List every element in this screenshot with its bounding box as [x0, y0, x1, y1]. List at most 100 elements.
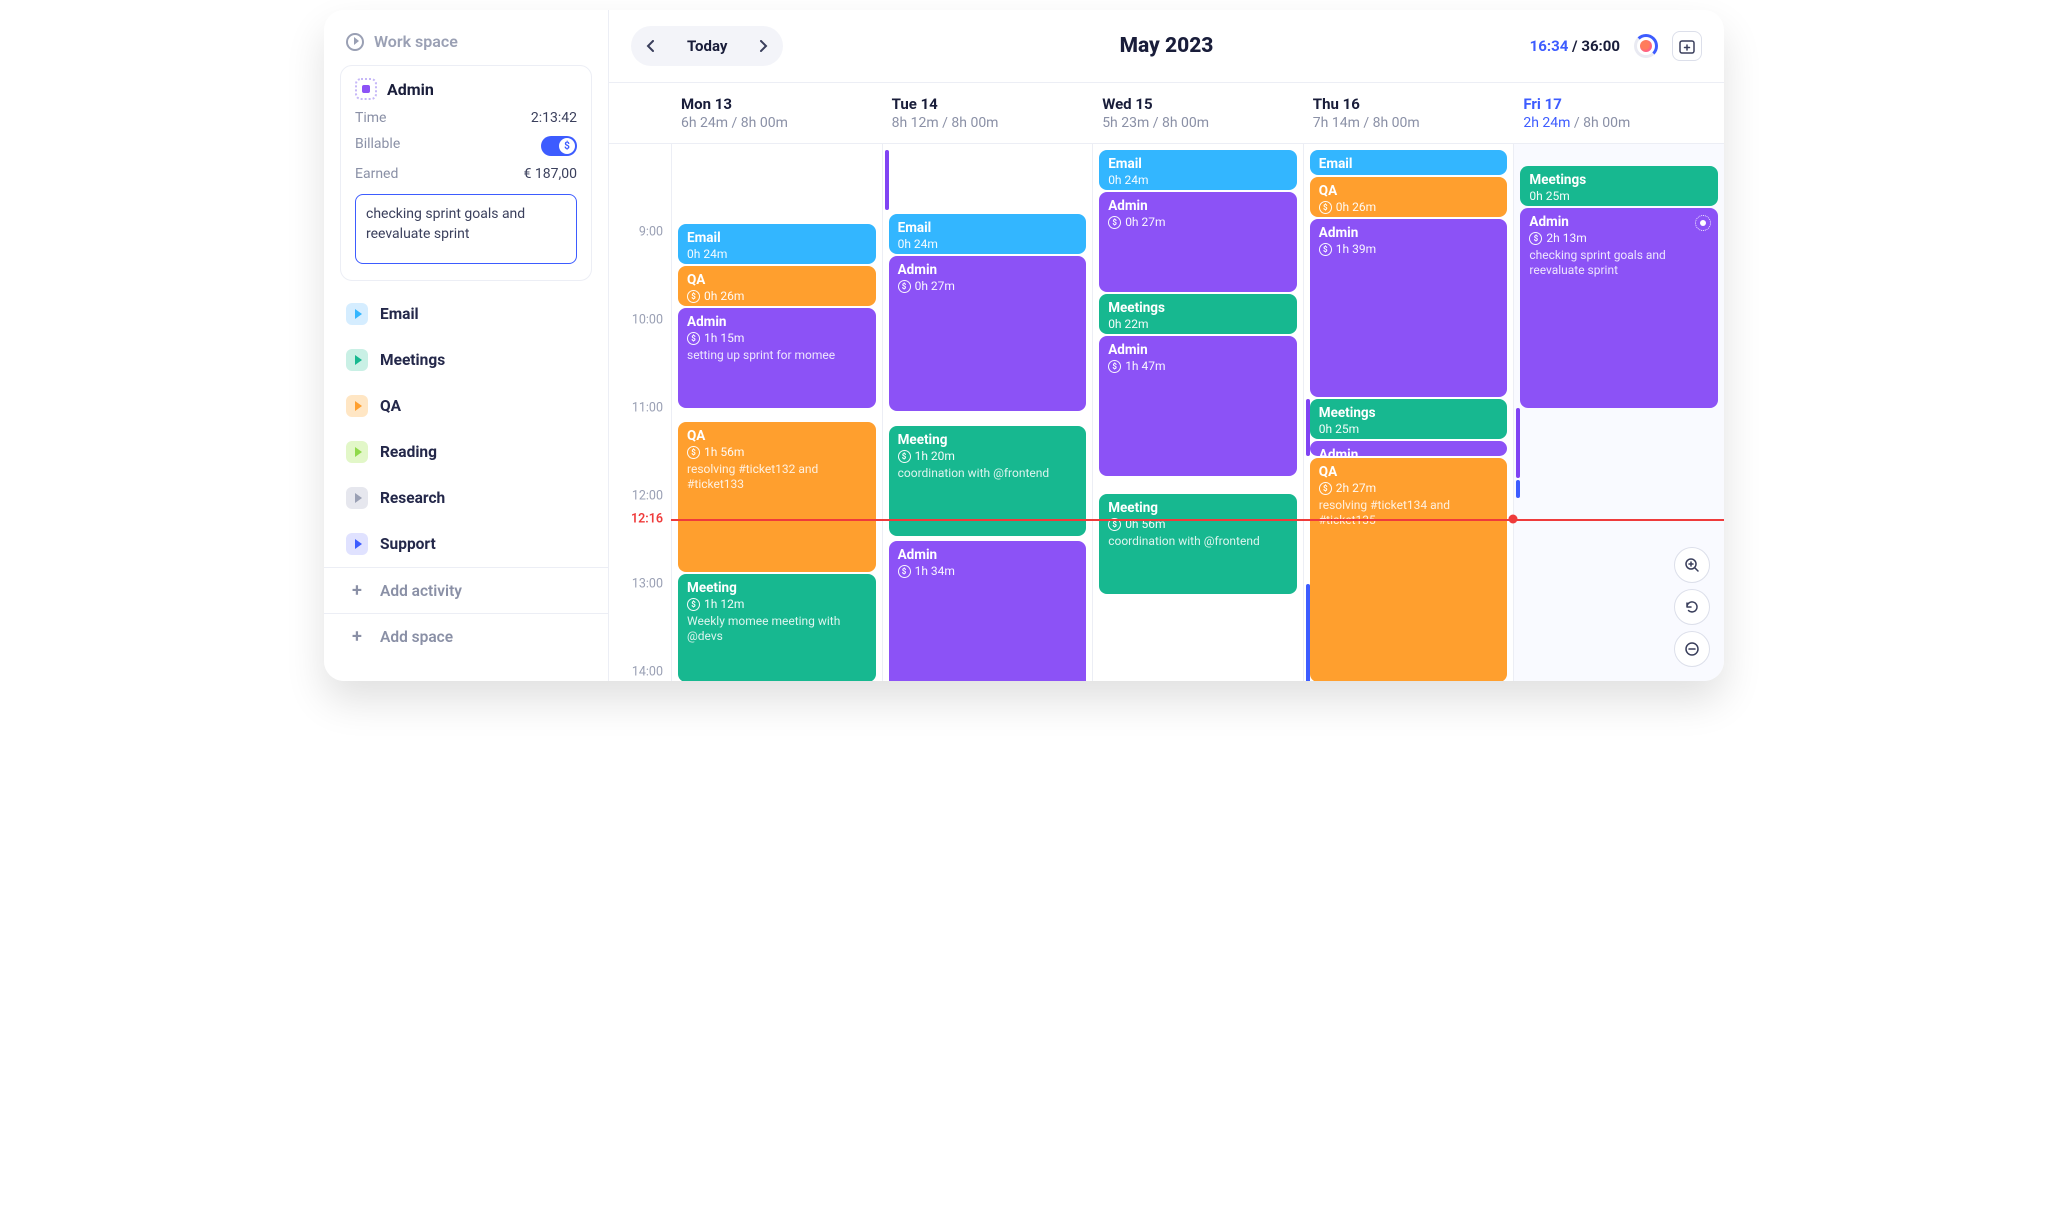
billable-icon: $	[1108, 216, 1121, 229]
topbar: Today May 2023 16:34 / 36:00	[609, 10, 1724, 82]
add-activity-button[interactable]: + Add activity	[324, 567, 608, 613]
note-input[interactable]	[355, 194, 577, 264]
event-title: Email	[1108, 156, 1288, 172]
day-header[interactable]: Tue 148h 12m / 8h 00m	[882, 83, 1093, 143]
plus-icon: +	[346, 626, 368, 647]
event-duration: $1h 15m	[687, 331, 867, 345]
event-title: Admin	[898, 547, 1078, 563]
earned-row: Earned € 187,00	[355, 166, 577, 182]
event-block[interactable]: Admin$1h 15msetting up sprint for momee	[678, 308, 876, 408]
zoom-controls	[1674, 547, 1710, 667]
event-duration: 0h 24m	[898, 237, 1078, 251]
prev-button[interactable]	[635, 30, 667, 62]
event-duration: $2h 27m	[1319, 481, 1499, 495]
event-desc: coordination with @frontend	[1108, 534, 1288, 549]
day-hours: 2h 24m / 8h 00m	[1523, 115, 1714, 131]
today-button[interactable]: Today	[671, 37, 743, 55]
continuation-stripe	[1306, 584, 1310, 681]
event-duration: 0h 24m	[687, 247, 867, 261]
event-duration: $1h 20m	[898, 449, 1078, 463]
day-column[interactable]: Email0h 24mAdmin$0h 27mMeeting$1h 20mcoo…	[882, 144, 1093, 681]
activity-item-meetings[interactable]: Meetings	[324, 337, 608, 383]
event-duration: $1h 34m	[898, 564, 1078, 578]
workspace-header[interactable]: Work space	[324, 32, 608, 51]
activity-label: Email	[380, 305, 419, 323]
project-title-row[interactable]: Admin	[355, 78, 577, 100]
progress-donut-icon	[1634, 34, 1658, 58]
days-container: Email0h 24mQA$0h 26mAdmin$1h 15msetting …	[671, 144, 1724, 681]
zoom-reset-button[interactable]	[1674, 589, 1710, 625]
activity-item-research[interactable]: Research	[324, 475, 608, 521]
zoom-out-button[interactable]	[1674, 631, 1710, 667]
add-space-button[interactable]: + Add space	[324, 613, 608, 659]
event-block[interactable]: Meeting$1h 12mWeekly momee meeting with …	[678, 574, 876, 681]
event-block[interactable]: Admin$2h 13mchecking sprint goals and re…	[1520, 208, 1718, 408]
day-column[interactable]: EmailQA$0h 26mAdmin$1h 39mMeetings0h 25m…	[1303, 144, 1514, 681]
event-block[interactable]: Admin$1h 34m	[889, 541, 1087, 681]
day-header[interactable]: Mon 136h 24m / 8h 00m	[671, 83, 882, 143]
activity-label: Meetings	[380, 351, 445, 369]
event-title: Meeting	[1108, 500, 1288, 516]
play-icon	[346, 349, 368, 371]
billable-icon: $	[687, 446, 700, 459]
event-block[interactable]: Admin$0h 27m	[1099, 192, 1297, 292]
billable-icon: $	[898, 450, 911, 463]
day-header[interactable]: Fri 17 2h 24m / 8h 00m	[1513, 83, 1724, 143]
sidebar: Work space Admin Time 2:13:42 Billable E…	[324, 10, 609, 681]
now-line	[671, 519, 1724, 521]
activity-item-support[interactable]: Support	[324, 521, 608, 567]
activity-label: Support	[380, 535, 436, 553]
event-block[interactable]: Admin$0h 27m	[889, 256, 1087, 411]
billable-toggle[interactable]	[541, 136, 577, 156]
event-block[interactable]: Email0h 24m	[678, 224, 876, 264]
event-block[interactable]: QA$0h 26m	[678, 266, 876, 306]
event-desc: resolving #ticket132 and #ticket133	[687, 462, 867, 492]
day-label: Fri 17	[1523, 95, 1714, 113]
time-label: Time	[355, 110, 386, 126]
activity-item-reading[interactable]: Reading	[324, 429, 608, 475]
event-block[interactable]: Meetings0h 25m	[1310, 399, 1508, 439]
workspace-label: Work space	[374, 32, 458, 51]
recording-icon	[1695, 215, 1711, 231]
event-block[interactable]: Admin$1h 47m	[1099, 336, 1297, 476]
event-block[interactable]: QA$0h 26m	[1310, 177, 1508, 217]
event-block[interactable]: QA$1h 56mresolving #ticket132 and #ticke…	[678, 422, 876, 572]
next-button[interactable]	[747, 30, 779, 62]
workspace-icon	[346, 33, 364, 51]
event-block[interactable]: Email0h 24m	[1099, 150, 1297, 190]
event-title: Admin	[687, 314, 867, 330]
event-title: Admin	[1108, 342, 1288, 358]
event-block[interactable]: Meetings0h 25m	[1520, 166, 1718, 206]
continuation-stripe	[1306, 399, 1310, 456]
billable-row: Billable	[355, 136, 577, 156]
now-dot	[1509, 515, 1518, 524]
billable-icon: $	[898, 565, 911, 578]
activity-label: QA	[380, 397, 401, 415]
day-column[interactable]: Email0h 24mAdmin$0h 27mMeetings0h 22m Adm…	[1092, 144, 1303, 681]
event-duration: $1h 39m	[1319, 242, 1499, 256]
event-title: Meetings	[1108, 300, 1288, 316]
billable-icon: $	[1108, 360, 1121, 373]
event-block[interactable]: Admin	[1310, 441, 1508, 456]
activity-list: Email Meetings QA ReadingResearch Support	[324, 291, 608, 567]
event-block[interactable]: Meeting$0h 56mcoordination with @fronten…	[1099, 494, 1297, 594]
event-block[interactable]: Email0h 24m	[889, 214, 1087, 254]
day-header[interactable]: Thu 167h 14m / 8h 00m	[1303, 83, 1514, 143]
activity-item-email[interactable]: Email	[324, 291, 608, 337]
continuation-stripe	[1516, 408, 1520, 478]
zoom-in-button[interactable]	[1674, 547, 1710, 583]
day-header[interactable]: Wed 155h 23m / 8h 00m	[1092, 83, 1303, 143]
hours-target: 36:00	[1581, 37, 1620, 55]
calendar-add-button[interactable]	[1672, 31, 1702, 61]
event-block[interactable]: Meetings0h 22m	[1099, 294, 1297, 334]
day-hours: 7h 14m / 8h 00m	[1313, 115, 1504, 131]
calendar-grid: 9:0010:0011:0012:0013:0014:0012:16 Email…	[609, 144, 1724, 681]
day-column[interactable]: Email0h 24mQA$0h 26mAdmin$1h 15msetting …	[671, 144, 882, 681]
event-duration: $2h 13m	[1529, 231, 1709, 245]
event-duration: 0h 25m	[1529, 189, 1709, 203]
billable-icon: $	[898, 280, 911, 293]
event-block[interactable]: Email	[1310, 150, 1508, 175]
event-block[interactable]: QA$2h 27mresolving #ticket134 and #ticke…	[1310, 458, 1508, 681]
activity-item-qa[interactable]: QA	[324, 383, 608, 429]
event-block[interactable]: Admin$1h 39m	[1310, 219, 1508, 397]
